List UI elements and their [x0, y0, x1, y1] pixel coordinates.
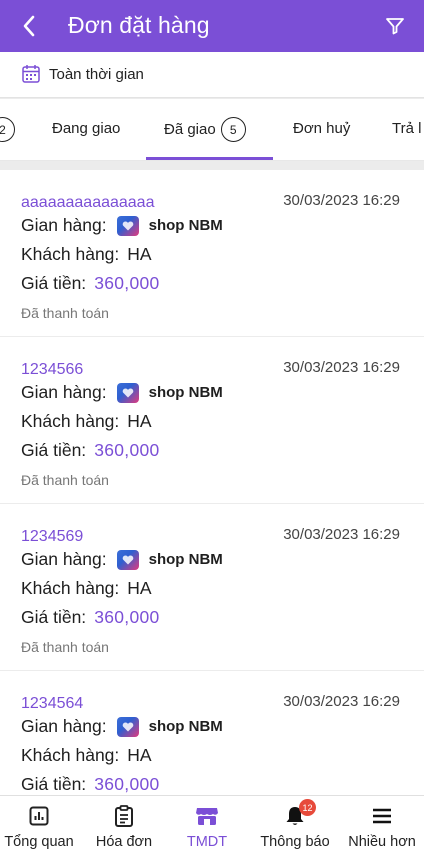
- shop-row: Gian hàng: shop NBM: [21, 716, 223, 737]
- back-button[interactable]: [14, 10, 44, 42]
- order-datetime: 30/03/2023 16:29: [283, 359, 400, 376]
- nav-thong-bao[interactable]: 12 Thông báo: [256, 796, 334, 855]
- order-code: 1234566: [21, 361, 84, 378]
- tab-label: Đang giao: [52, 120, 121, 137]
- price-label: Giá tiền:: [21, 273, 87, 293]
- shop-label: Gian hàng:: [21, 716, 107, 736]
- report-icon: [27, 805, 51, 827]
- shop-name: shop NBM: [148, 718, 223, 735]
- menu-icon: [370, 805, 394, 827]
- order-price: 360,000: [94, 273, 160, 293]
- active-tab-indicator: [146, 157, 273, 160]
- shop-logo-icon: [116, 716, 139, 737]
- price-row: Giá tiền: 360,000: [21, 774, 160, 795]
- order-datetime: 30/03/2023 16:29: [283, 192, 400, 209]
- app-header: Đơn đặt hàng: [0, 0, 424, 52]
- customer-label: Khách hàng:: [21, 745, 120, 765]
- price-row: Giá tiền: 360,000: [21, 273, 160, 294]
- notification-badge: 12: [299, 799, 316, 816]
- shop-label: Gian hàng:: [21, 382, 107, 402]
- bottom-navigation: Tổng quan Hóa đơn TMDT 12 Thông báo Nhiề…: [0, 795, 424, 855]
- tab-count: 5: [220, 117, 246, 142]
- price-row: Giá tiền: 360,000: [21, 607, 160, 628]
- order-price: 360,000: [94, 774, 160, 794]
- tab-don-huy[interactable]: Đơn huỷ: [293, 120, 350, 137]
- order-card[interactable]: aaaaaaaaaaaaaaa 30/03/2023 16:29 Gian hà…: [0, 170, 424, 336]
- customer-name: HA: [127, 244, 152, 264]
- shop-name: shop NBM: [148, 384, 223, 401]
- customer-row: Khách hàng: HA: [21, 411, 152, 432]
- nav-tmdt[interactable]: TMDT: [176, 796, 238, 855]
- nav-label: Tổng quan: [4, 834, 74, 850]
- app-screen: Đơn đặt hàng Toàn thời gian 2 Đang giao …: [0, 0, 424, 855]
- tab-count: 2: [0, 117, 15, 142]
- price-label: Giá tiền:: [21, 440, 87, 460]
- customer-row: Khách hàng: HA: [21, 578, 152, 599]
- time-filter-label: Toàn thời gian: [49, 66, 144, 83]
- shop-name: shop NBM: [148, 217, 223, 234]
- calendar-icon: [22, 65, 40, 83]
- customer-name: HA: [127, 578, 152, 598]
- order-code: 1234569: [21, 528, 84, 545]
- customer-label: Khách hàng:: [21, 244, 120, 264]
- bell-icon: 12: [283, 799, 316, 827]
- chevron-left-icon: [23, 15, 35, 37]
- shop-name: shop NBM: [148, 551, 223, 568]
- customer-label: Khách hàng:: [21, 411, 120, 431]
- shop-label: Gian hàng:: [21, 215, 107, 235]
- nav-label: Nhiều hơn: [348, 834, 416, 850]
- nav-nhieu-hon[interactable]: Nhiều hơn: [344, 796, 420, 855]
- customer-name: HA: [127, 411, 152, 431]
- customer-row: Khách hàng: HA: [21, 244, 152, 265]
- invoice-icon: [112, 805, 136, 827]
- customer-row: Khách hàng: HA: [21, 745, 152, 766]
- status-tabs: 2 Đang giao Đã giao 5 Đơn huỷ Trả l: [0, 99, 424, 161]
- order-code: 1234564: [21, 695, 84, 712]
- price-row: Giá tiền: 360,000: [21, 440, 160, 461]
- order-datetime: 30/03/2023 16:29: [283, 693, 400, 710]
- price-label: Giá tiền:: [21, 607, 87, 627]
- nav-label: Thông báo: [260, 834, 330, 850]
- tab-tra-hang[interactable]: Trả l: [392, 120, 421, 137]
- shop-row: Gian hàng: shop NBM: [21, 215, 223, 236]
- price-label: Giá tiền:: [21, 774, 87, 794]
- nav-tong-quan[interactable]: Tổng quan: [2, 796, 76, 855]
- time-filter[interactable]: Toàn thời gian: [0, 52, 424, 98]
- payment-status: Đã thanh toán: [21, 639, 109, 655]
- shop-logo-icon: [116, 382, 139, 403]
- customer-label: Khách hàng:: [21, 578, 120, 598]
- tab-da-giao[interactable]: Đã giao 5: [164, 117, 246, 142]
- order-code: aaaaaaaaaaaaaaa: [21, 194, 155, 211]
- order-datetime: 30/03/2023 16:29: [283, 526, 400, 543]
- tab-dang-giao[interactable]: Đang giao: [52, 120, 120, 137]
- customer-name: HA: [127, 745, 152, 765]
- filter-icon: [386, 18, 404, 35]
- filter-button[interactable]: [382, 12, 408, 40]
- order-card[interactable]: 1234566 30/03/2023 16:29 Gian hàng: shop…: [0, 337, 424, 503]
- order-card[interactable]: 1234569 30/03/2023 16:29 Gian hàng: shop…: [0, 504, 424, 670]
- shop-row: Gian hàng: shop NBM: [21, 382, 223, 403]
- shop-label: Gian hàng:: [21, 549, 107, 569]
- shop-logo-icon: [116, 215, 139, 236]
- tab-label: Trả l: [392, 120, 422, 137]
- page-title: Đơn đặt hàng: [68, 12, 210, 38]
- nav-label: TMDT: [186, 834, 228, 850]
- tab-partial-left[interactable]: 2: [0, 117, 15, 142]
- shop-row: Gian hàng: shop NBM: [21, 549, 223, 570]
- tab-label: Đã giao: [164, 121, 216, 138]
- nav-hoa-don[interactable]: Hóa đơn: [88, 796, 160, 855]
- payment-status: Đã thanh toán: [21, 305, 109, 321]
- order-price: 360,000: [94, 607, 160, 627]
- order-price: 360,000: [94, 440, 160, 460]
- shop-logo-icon: [116, 549, 139, 570]
- nav-label: Hóa đơn: [95, 834, 153, 850]
- tab-label: Đơn huỷ: [293, 120, 351, 137]
- payment-status: Đã thanh toán: [21, 472, 109, 488]
- store-icon: [195, 805, 219, 827]
